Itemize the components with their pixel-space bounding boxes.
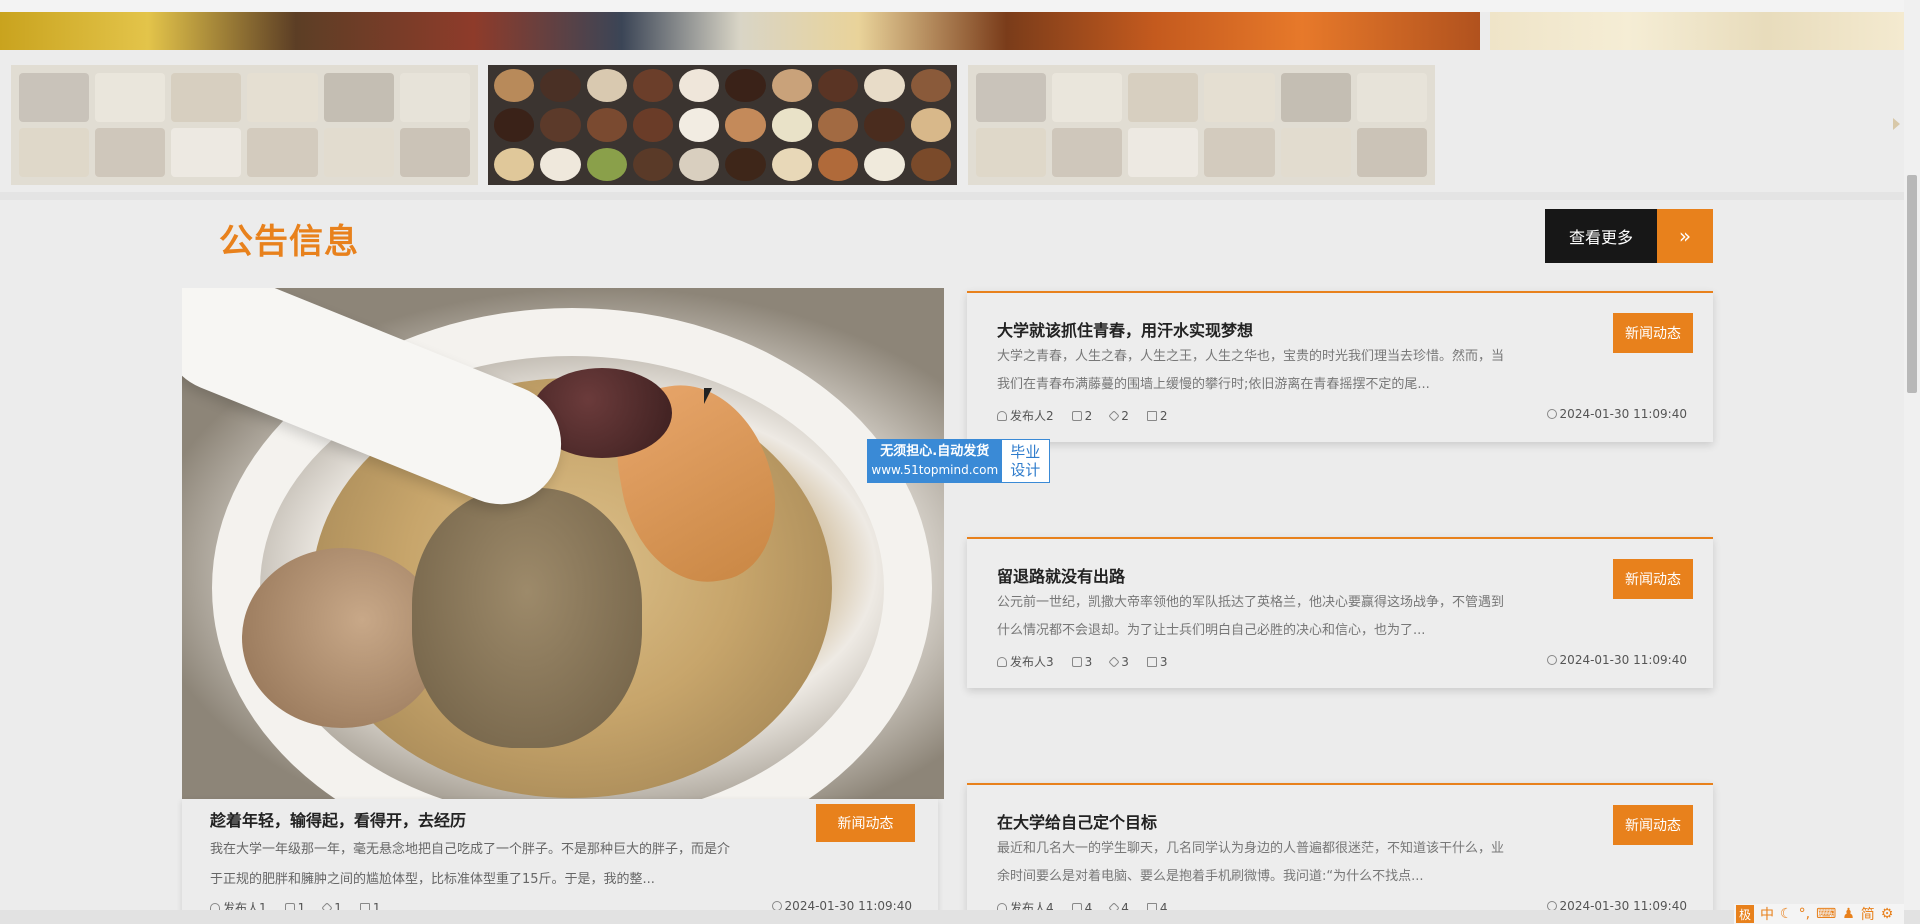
news-card-title[interactable]: 大学就该抓住青春，用汗水实现梦想 — [997, 317, 1253, 341]
watermark-line1: 无须担心.自动发货 — [880, 444, 990, 459]
watermark-badge: 无须担心.自动发货 www.51topmind.com 毕业 设计 — [867, 439, 1050, 483]
banner-image-secondary[interactable] — [1490, 12, 1904, 50]
watermark-right2: 设计 — [1010, 461, 1041, 479]
author-name: 发布人2 — [1010, 409, 1054, 423]
vertical-scrollbar-thumb[interactable] — [1907, 175, 1917, 393]
news-card-tag-button[interactable]: 新闻动态 — [1613, 805, 1693, 845]
watermark-right1: 毕业 — [1010, 443, 1041, 461]
news-card-meta: 发布人3 3 3 3 — [997, 653, 1168, 670]
star-icon — [1108, 655, 1120, 668]
gear-icon[interactable]: ⚙ — [1881, 906, 1894, 922]
banner-image-main[interactable] — [0, 12, 1480, 50]
mouse-cursor-icon — [704, 388, 712, 404]
moon-icon[interactable]: ☾ — [1780, 906, 1793, 922]
like-count: 2 — [1084, 408, 1093, 423]
like-count: 3 — [1084, 654, 1093, 669]
top-strip — [0, 0, 1920, 12]
featured-article-image[interactable] — [182, 288, 944, 799]
clock-icon — [1546, 409, 1557, 419]
news-card-date: 2024-01-30 11:09:40 — [1546, 653, 1687, 667]
comment-count: 3 — [1159, 654, 1168, 669]
ime-lang-toggle[interactable]: 中 — [1760, 904, 1774, 924]
star-count: 2 — [1121, 408, 1129, 423]
carousel-thumb-chocolates[interactable] — [488, 65, 957, 185]
news-card-title[interactable]: 在大学给自己定个目标 — [997, 809, 1157, 833]
featured-article-tag-button[interactable]: 新闻动态 — [816, 804, 915, 842]
news-card-title[interactable]: 留退路就没有出路 — [997, 563, 1125, 587]
ime-logo-icon[interactable]: 极 — [1736, 905, 1754, 923]
comment-icon — [1146, 410, 1157, 421]
clock-icon — [1546, 655, 1557, 665]
ime-toolbar[interactable]: 极 中 ☾ °, ⌨ ♟ 简 ⚙ — [1734, 904, 1904, 924]
author-name: 发布人3 — [1010, 655, 1054, 669]
watermark-url: www.51topmind.com — [871, 463, 999, 477]
view-more-label[interactable]: 查看更多 — [1545, 209, 1657, 263]
vertical-scrollbar[interactable] — [1904, 0, 1920, 924]
carousel-next-arrow-icon[interactable] — [1893, 118, 1900, 130]
user-icon[interactable]: ♟ — [1842, 906, 1855, 922]
view-more-button[interactable]: 查看更多 » — [1545, 209, 1713, 263]
thumbs-up-icon — [1071, 410, 1082, 421]
news-card-excerpt: 公元前一世纪，凯撒大帝率领他的军队抵达了英格兰，他决心要赢得这场战争，不管遇到什… — [997, 595, 1505, 638]
star-icon — [1108, 409, 1120, 422]
carousel-thumb-bento-2[interactable] — [968, 65, 1435, 185]
section-divider — [0, 192, 1920, 200]
punctuation-icon[interactable]: °, — [1799, 906, 1810, 922]
user-icon — [997, 410, 1007, 421]
user-icon — [997, 656, 1007, 667]
publish-date: 2024-01-30 11:09:40 — [1559, 653, 1687, 667]
ime-simplified-toggle[interactable]: 简 — [1861, 904, 1875, 924]
comment-icon — [1146, 656, 1157, 667]
double-chevron-right-icon[interactable]: » — [1657, 209, 1713, 263]
news-card-excerpt: 最近和几名大一的学生聊天，几名同学认为身边的人普遍都很迷茫，不知道该干什么，业余… — [997, 841, 1505, 884]
publish-date: 2024-01-30 11:09:40 — [1559, 407, 1687, 421]
section-title: 公告信息 — [219, 222, 359, 262]
news-card-date: 2024-01-30 11:09:40 — [1546, 407, 1687, 421]
thumbs-up-icon — [1071, 656, 1082, 667]
news-card-tag-button[interactable]: 新闻动态 — [1613, 313, 1693, 353]
featured-article-title[interactable]: 趁着年轻，输得起，看得开，去经历 — [210, 807, 466, 831]
keyboard-icon[interactable]: ⌨ — [1816, 906, 1836, 922]
featured-article-body[interactable]: 趁着年轻，输得起，看得开，去经历 新闻动态 我在大学一年级那一年，毫无悬念地把自… — [182, 799, 938, 924]
carousel-thumb-bento-1[interactable] — [11, 65, 478, 185]
news-card-excerpt: 大学之青春，人生之春，人生之王，人生之华也，宝贵的时光我们理当去珍惜。然而，当我… — [997, 349, 1505, 392]
comment-count: 2 — [1159, 408, 1168, 423]
news-card[interactable]: 在大学给自己定个目标 新闻动态 最近和几名大一的学生聊天，几名同学认为身边的人普… — [967, 783, 1713, 924]
horizontal-scrollbar[interactable] — [0, 910, 1920, 924]
news-card[interactable]: 留退路就没有出路 新闻动态 公元前一世纪，凯撒大帝率领他的军队抵达了英格兰，他决… — [967, 537, 1713, 688]
star-count: 3 — [1121, 654, 1129, 669]
news-card-meta: 发布人2 2 2 2 — [997, 407, 1168, 424]
news-card[interactable]: 大学就该抓住青春，用汗水实现梦想 新闻动态 大学之青春，人生之春，人生之王，人生… — [967, 291, 1713, 442]
featured-article-excerpt: 我在大学一年级那一年，毫无悬念地把自己吃成了一个胖子。不是那种巨大的胖子，而是介… — [210, 842, 731, 887]
news-card-tag-button[interactable]: 新闻动态 — [1613, 559, 1693, 599]
